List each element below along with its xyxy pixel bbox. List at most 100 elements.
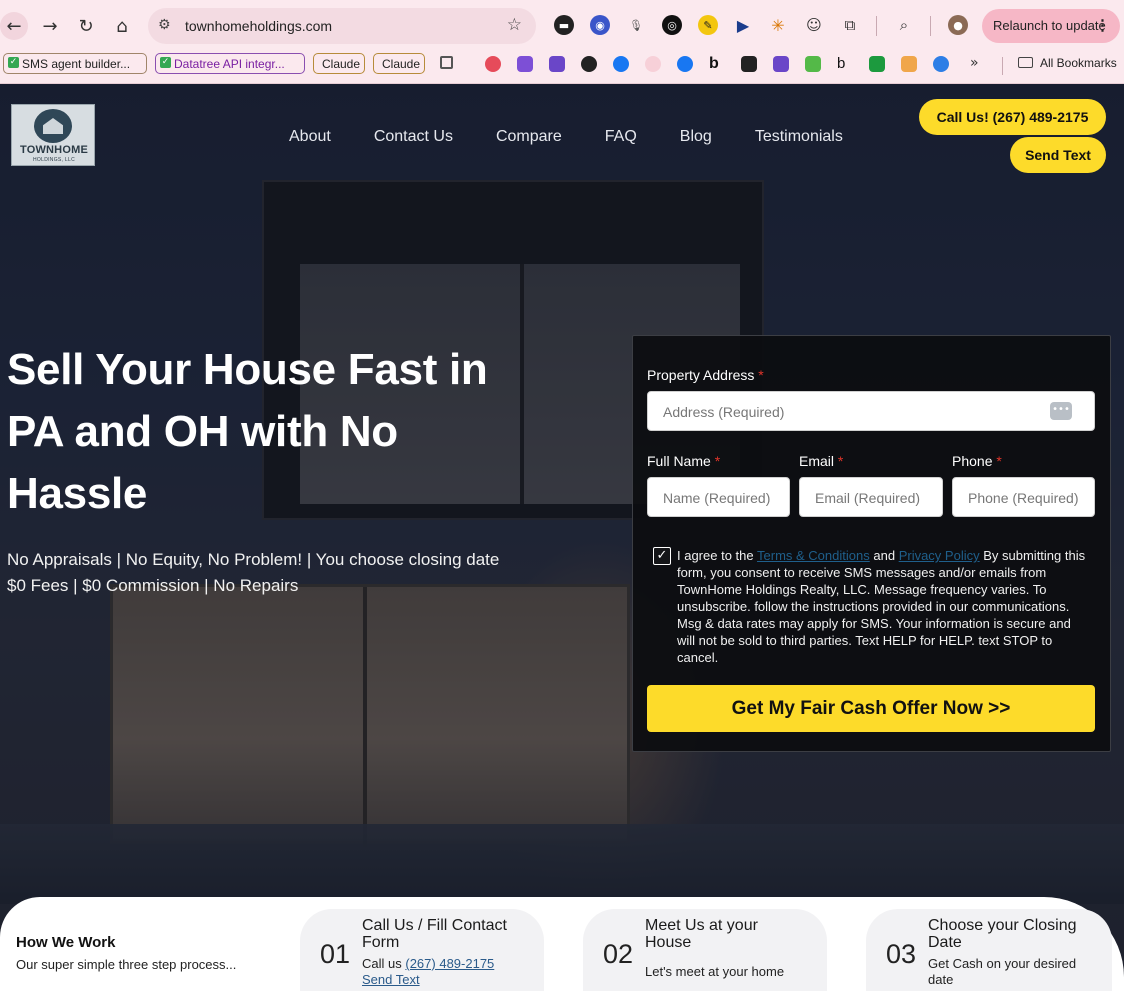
play-icon[interactable]: ▶	[733, 15, 753, 35]
bookmark-star-icon[interactable]: ☆	[507, 15, 522, 35]
bookmark-claude-2[interactable]: Claude	[373, 53, 425, 74]
bookmarks-overflow-icon[interactable]: »	[970, 55, 979, 71]
bookmark-icon-6[interactable]: b	[709, 56, 725, 72]
email-input[interactable]: Email (Required)	[799, 477, 943, 517]
bookmark-label: SMS agent builder...	[22, 57, 131, 71]
bookmark-icon-12[interactable]	[933, 56, 949, 72]
site-logo[interactable]: TOWNHOME HOLDINGS, LLC	[11, 104, 95, 166]
step-body-prefix: Call us	[362, 956, 402, 971]
bookmarks-divider	[1002, 57, 1003, 75]
full-name-label: Full Name *	[647, 453, 720, 469]
step-send-text-link[interactable]: Send Text	[362, 972, 420, 987]
bookmark-home-icon[interactable]	[901, 56, 917, 72]
bookmark-icon-5[interactable]	[645, 56, 661, 72]
consent-prefix: I agree to the	[677, 548, 754, 563]
home-icon[interactable]: ⌂	[108, 12, 136, 40]
full-name-placeholder: Name (Required)	[663, 490, 771, 506]
bookmark-grid-icon[interactable]	[440, 56, 453, 69]
required-mark: *	[758, 367, 764, 383]
back-icon[interactable]: ←	[0, 12, 28, 40]
bookmark-label: Claude	[382, 57, 421, 71]
facebook-icon[interactable]	[613, 56, 629, 72]
site-info-icon[interactable]: ⚙	[158, 17, 171, 33]
nav-blog[interactable]: Blog	[680, 128, 712, 146]
sparkle-icon[interactable]: ✳	[768, 15, 788, 35]
phone-input[interactable]: Phone (Required)	[952, 477, 1095, 517]
bookmark-claude-1[interactable]: Claude	[313, 53, 365, 74]
facebook-icon[interactable]	[677, 56, 693, 72]
profile-avatar[interactable]: ●	[948, 15, 968, 35]
extension-icon-2[interactable]: ◉	[590, 15, 610, 35]
check-icon: ✓	[160, 57, 171, 68]
address-bar[interactable]: ⚙ townhomeholdings.com ☆	[148, 8, 536, 44]
step-body: Get Cash on your desired date	[928, 956, 1077, 987]
required-mark: *	[714, 453, 721, 469]
nav-contact-us[interactable]: Contact Us	[374, 128, 453, 146]
step-number: 03	[886, 939, 917, 969]
extensions-puzzle-icon[interactable]: ⧉	[840, 15, 860, 35]
address-label: Property Address *	[647, 367, 764, 383]
extension-icon-3[interactable]: ◎	[662, 15, 682, 35]
all-bookmarks-label: All Bookmarks	[1040, 56, 1117, 70]
menu-dots-icon[interactable]: ⋮	[1095, 16, 1110, 34]
microphone-icon[interactable]: 🎙	[626, 15, 646, 35]
bookmark-sms-agent[interactable]: ✓ SMS agent builder...	[3, 53, 147, 74]
bookmark-icon-7[interactable]	[741, 56, 757, 72]
hero-headline: Sell Your House Fast in PA and OH with N…	[7, 345, 488, 518]
extension-icon-4[interactable]: ✎	[698, 15, 718, 35]
bookmarks-bar: ✓ SMS agent builder... ✓ Datatree API in…	[0, 52, 1124, 84]
address-bar-url[interactable]: townhomeholdings.com	[185, 18, 332, 34]
email-label-text: Email	[799, 453, 835, 469]
terms-link[interactable]: Terms & Conditions	[757, 548, 870, 563]
relaunch-button[interactable]: Relaunch to update ⋮	[982, 9, 1120, 43]
full-name-label-text: Full Name	[647, 453, 711, 469]
nav-compare[interactable]: Compare	[496, 128, 562, 146]
step-phone-link[interactable]: (267) 489-2175	[405, 956, 494, 971]
check-icon: ✓	[8, 57, 19, 68]
toolbar-divider	[876, 16, 877, 36]
address-placeholder: Address (Required)	[663, 404, 785, 420]
bookmark-icon-10[interactable]: b	[837, 56, 853, 72]
nav-testimonials[interactable]: Testimonials	[755, 128, 843, 146]
all-bookmarks-button[interactable]: All Bookmarks	[1018, 56, 1117, 70]
consent-text: I agree to the Terms & Conditions and Pr…	[677, 547, 1089, 666]
hero-benefits-line-2: $0 Fees | $0 Commission | No Repairs	[7, 576, 299, 595]
address-input[interactable]: Address (Required) •••	[647, 391, 1095, 431]
extension-icon-1[interactable]: ▬	[554, 15, 574, 35]
bookmark-icon-1[interactable]	[485, 56, 501, 72]
bookmark-icon-8[interactable]	[773, 56, 789, 72]
bookmark-icon-4[interactable]	[581, 56, 597, 72]
logo-house-icon	[34, 109, 72, 143]
bookmark-icon-2[interactable]	[517, 56, 533, 72]
nav-about[interactable]: About	[289, 128, 331, 146]
consent-body: By submitting this form, you consent to …	[677, 548, 1086, 665]
required-mark: *	[996, 453, 1002, 469]
send-text-button[interactable]: Send Text	[1010, 137, 1106, 173]
consent-checkbox[interactable]: ✓	[653, 547, 671, 565]
reload-icon[interactable]: ↻	[72, 12, 100, 40]
nav-faq[interactable]: FAQ	[605, 128, 637, 146]
step-body: Let's meet at your home	[645, 964, 785, 979]
bookmark-icon-3[interactable]	[549, 56, 565, 72]
forward-icon[interactable]: →	[36, 12, 64, 40]
privacy-link[interactable]: Privacy Policy	[899, 548, 980, 563]
search-tab-icon[interactable]: ⌕	[894, 15, 914, 35]
bookmark-icon-11[interactable]	[869, 56, 885, 72]
full-name-input[interactable]: Name (Required)	[647, 477, 790, 517]
step-title: Call Us / Fill Contact Form	[362, 917, 507, 951]
extension-icon-5[interactable]: ☺	[804, 15, 824, 35]
required-mark: *	[837, 453, 844, 469]
step-number: 02	[603, 939, 634, 969]
get-offer-button[interactable]: Get My Fair Cash Offer Now >>	[647, 685, 1095, 732]
step-card-1: 01 Call Us / Fill Contact Form Call us (…	[300, 909, 544, 991]
step-title: Choose your Closing Date	[928, 917, 1077, 951]
bookmark-icon-9[interactable]	[805, 56, 821, 72]
step-number: 01	[320, 939, 351, 969]
bookmark-datatree[interactable]: ✓ Datatree API integr...	[155, 53, 305, 74]
logo-subtitle: HOLDINGS, LLC	[33, 157, 75, 163]
email-label: Email *	[799, 453, 843, 469]
browser-toolbar: ← → ↻ ⌂ ⚙ townhomeholdings.com ☆ ▬ ◉ 🎙 ◎…	[0, 0, 1124, 52]
step-card-2: 02 Meet Us at your House Let's meet at y…	[583, 909, 827, 991]
autofill-dots-icon[interactable]: •••	[1050, 402, 1072, 420]
call-us-button[interactable]: Call Us! (267) 489-2175	[919, 99, 1106, 135]
